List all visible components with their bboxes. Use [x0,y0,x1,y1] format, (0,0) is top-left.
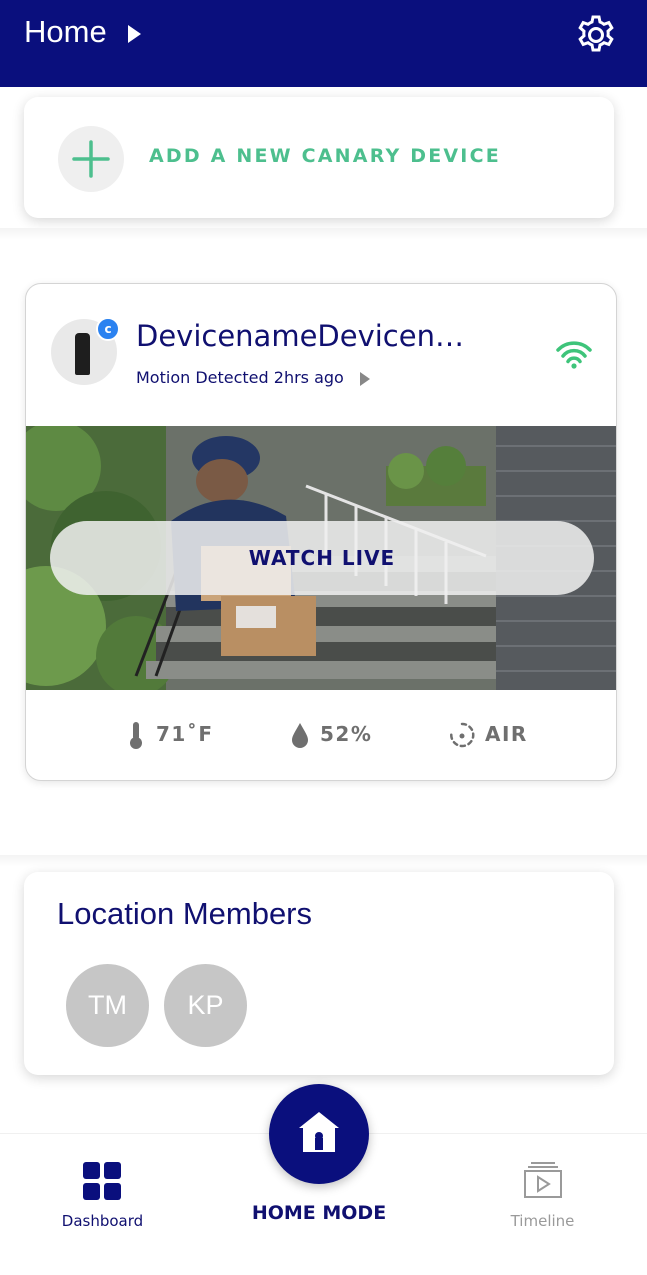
air-quality-icon [450,722,475,748]
home-icon [299,1112,339,1152]
temperature-stat[interactable]: 71˚F [126,720,236,750]
section-divider [0,855,647,867]
add-device-card[interactable]: ADD A NEW CANARY DEVICE [24,97,614,218]
air-quality-label: AIR [485,722,528,746]
humidity-stat[interactable]: 52% [290,720,390,750]
add-device-label[interactable]: ADD A NEW CANARY DEVICE [149,145,501,167]
location-title[interactable]: Home [24,14,107,50]
humidity-value: 52% [320,722,373,746]
member-avatar[interactable]: KP [164,964,247,1047]
device-card[interactable]: c DevicenameDevicen… Motion Detected 2hr… [25,283,617,781]
device-status[interactable]: Motion Detected 2hrs ago [136,368,344,387]
location-members-title: Location Members [57,896,313,931]
status-chevron-right-icon[interactable] [360,372,370,386]
nav-timeline[interactable]: Timeline [480,1160,605,1240]
top-bar: Home [0,0,647,87]
camera-device-icon [75,333,90,375]
dashboard-grid-icon [83,1162,121,1200]
timeline-icon [524,1162,562,1198]
water-drop-icon [292,723,308,748]
plus-icon [72,140,110,178]
nav-timeline-label: Timeline [510,1212,575,1230]
member-avatar[interactable]: TM [66,964,149,1047]
add-device-button[interactable] [58,126,124,192]
canary-badge-icon: c [96,317,120,341]
location-chevron-right-icon[interactable] [128,25,141,43]
section-divider [0,228,647,240]
nav-dashboard[interactable]: Dashboard [40,1160,165,1240]
gear-icon[interactable] [574,13,618,57]
wifi-icon [556,341,592,369]
thermometer-icon [130,722,142,749]
camera-feed[interactable]: WATCH LIVE [26,426,616,690]
air-quality-stat[interactable]: AIR [449,720,549,750]
home-mode-button[interactable] [269,1084,369,1184]
temperature-value: 71˚F [156,722,214,746]
watch-live-button[interactable]: WATCH LIVE [50,521,594,595]
device-name[interactable]: DevicenameDevicen… [136,319,496,353]
device-stats: 71˚F 52% AIR [26,690,616,780]
home-mode-label[interactable]: HOME MODE [219,1202,419,1224]
location-members-card: Location Members TM KP [24,872,614,1075]
nav-dashboard-label: Dashboard [61,1212,144,1230]
